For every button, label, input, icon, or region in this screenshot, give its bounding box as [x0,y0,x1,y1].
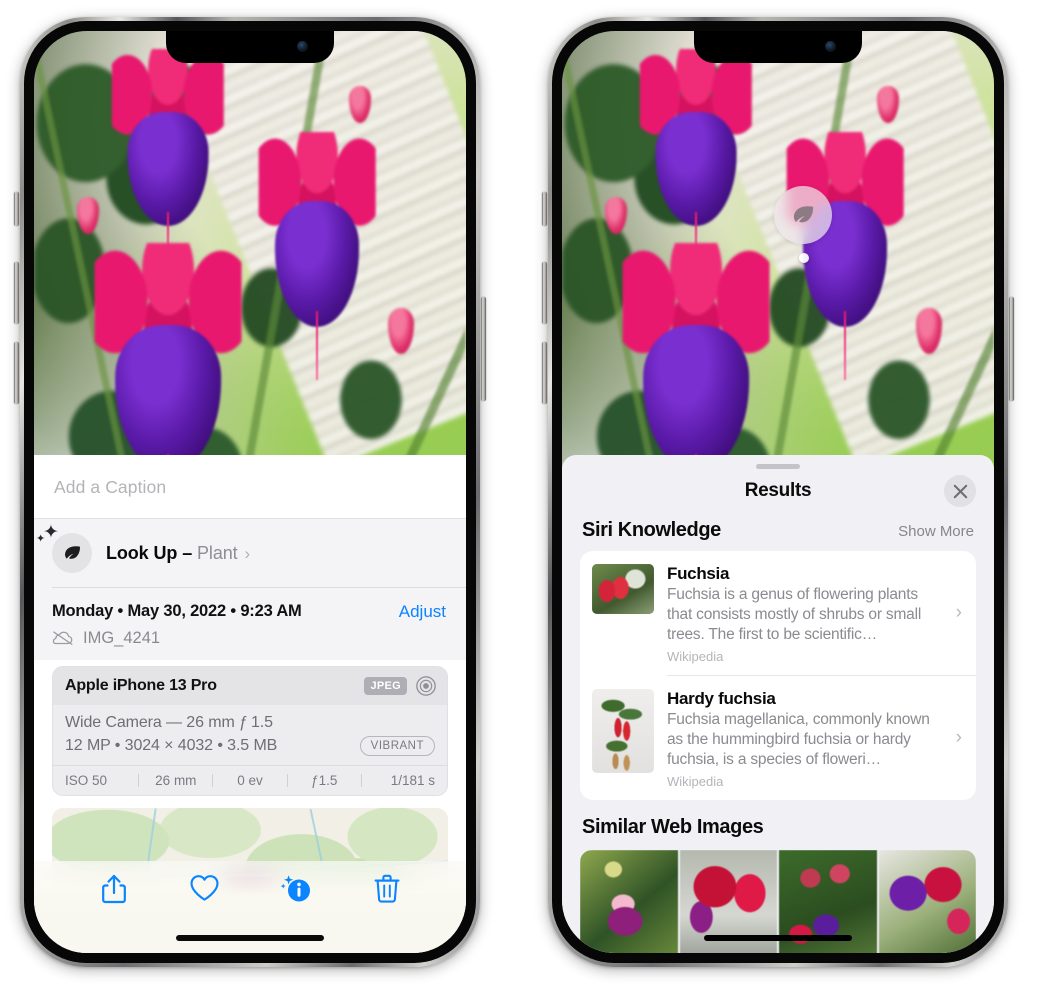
favorite-button[interactable] [159,873,250,903]
image-specs: 12 MP • 3024 × 4032 • 3.5 MB [65,736,278,754]
siri-knowledge-header: Siri Knowledge Show More [562,513,994,551]
similar-web-images-header: Similar Web Images [562,800,994,846]
left-screen: Add a Caption ✦ ✦ Look Up – Plant › Mond… [34,31,466,953]
format-badge: JPEG [364,676,407,695]
camera-info-card: Apple iPhone 13 Pro JPEG Wide Camera — 2… [52,665,448,796]
fuchsia-bloom [622,243,770,536]
exif-aperture: ƒ1.5 [311,772,338,788]
leaf-icon: ✦ ✦ [36,523,92,573]
leaf-icon [793,205,813,222]
device-bezel: Results Siri Knowledge Show More Fuchsia… [552,21,1004,963]
look-up-title: Look Up – [106,542,198,563]
volume-down-button[interactable] [542,342,547,404]
close-button[interactable] [944,475,976,507]
camera-badges: JPEG [364,675,437,697]
knowledge-source: Wikipedia [667,649,724,665]
cloud-slash-icon [52,631,73,645]
right-screen: Results Siri Knowledge Show More Fuchsia… [562,31,994,953]
exif-row: ISO 50 26 mm 0 ev ƒ1.5 1/181 s [53,764,447,795]
front-camera-icon [297,41,308,52]
knowledge-text: Hardy fuchsia Fuchsia magellanica, commo… [667,689,964,789]
visual-lookup-badge[interactable] [774,186,832,244]
look-up-label: Look Up – Plant › [106,543,250,564]
notch [694,31,862,63]
specs-row: 12 MP • 3024 × 4032 • 3.5 MB VIBRANT [65,735,435,756]
caption-input[interactable]: Add a Caption [34,455,466,518]
results-title: Results [744,480,812,501]
power-button[interactable] [1009,297,1014,401]
share-icon [101,874,126,904]
fuchsia-bloom [94,243,242,536]
results-sheet: Results Siri Knowledge Show More Fuchsia… [562,455,994,953]
fuchsia-bloom [639,49,753,275]
share-button[interactable] [68,873,159,905]
lookup-anchor-dot [799,253,809,263]
web-image-1[interactable] [580,850,678,953]
filename-row: IMG_4241 [52,629,446,648]
notch [166,31,334,63]
home-indicator[interactable] [176,935,324,941]
show-more-button[interactable]: Show More [898,523,974,540]
fuchsia-flower-thumb [592,564,654,614]
info-sparkle-icon [280,875,310,902]
mute-switch[interactable] [542,192,547,226]
iphone-left-device: Add a Caption ✦ ✦ Look Up – Plant › Mond… [14,17,486,967]
chevron-right-icon: › [244,543,251,563]
home-indicator[interactable] [704,935,852,941]
hardy-fuchsia-specimen-thumb [592,688,654,773]
front-camera-icon [825,41,836,52]
delete-button[interactable] [341,873,432,904]
exif-focal: 26 mm [155,772,197,788]
photo-filename: IMG_4241 [83,628,161,647]
look-up-row[interactable]: ✦ ✦ Look Up – Plant › [34,519,466,587]
siri-knowledge-title: Siri Knowledge [582,519,721,541]
info-button[interactable] [250,873,341,905]
lookup-section: ✦ ✦ Look Up – Plant › Monday • May 30, 2… [34,518,466,660]
look-up-subject: Plant [197,542,238,563]
list-item[interactable]: Hardy fuchsia Fuchsia magellanica, commo… [580,676,976,800]
chevron-right-icon: › [955,602,962,624]
exif-iso: ISO 50 [65,772,108,788]
camera-header: Apple iPhone 13 Pro JPEG [53,666,447,705]
knowledge-source: Wikipedia [667,774,724,790]
photographic-style-badge: VIBRANT [359,735,435,756]
exif-exposure-bias: 0 ev [237,772,263,788]
list-item[interactable]: Fuchsia Fuchsia is a genus of flowering … [580,551,976,675]
volume-down-button[interactable] [14,342,19,404]
knowledge-description: Fuchsia magellanica, commonly known as t… [667,710,930,768]
screenshot-stage: Add a Caption ✦ ✦ Look Up – Plant › Mond… [0,0,1055,985]
volume-up-button[interactable] [14,262,19,324]
power-button[interactable] [481,297,486,401]
similar-web-images-title: Similar Web Images [582,816,764,839]
results-header: Results [562,469,994,513]
metadata-section: Monday • May 30, 2022 • 9:23 AM Adjust I… [34,587,466,660]
knowledge-description: Fuchsia is a genus of flowering plants t… [667,586,922,643]
photo-date: Monday • May 30, 2022 • 9:23 AM [52,601,302,620]
sparkles-icon: ✦ [43,522,59,543]
sparkles-icon-small: ✦ [36,533,46,545]
chevron-right-icon: › [955,727,962,749]
mute-switch[interactable] [14,192,19,226]
knowledge-text: Fuchsia Fuchsia is a genus of flowering … [667,564,964,664]
knowledge-title: Hardy fuchsia [667,688,776,708]
exif-shutter: 1/181 s [390,772,436,788]
fuchsia-bloom [111,49,225,275]
camera-body: Wide Camera — 26 mm ƒ 1.5 12 MP • 3024 ×… [53,705,447,765]
iphone-right-device: Results Siri Knowledge Show More Fuchsia… [542,17,1014,967]
aperture-icon [416,675,436,696]
date-row: Monday • May 30, 2022 • 9:23 AM Adjust [52,602,446,622]
knowledge-card-list: Fuchsia Fuchsia is a genus of flowering … [580,551,976,801]
close-icon [953,484,967,498]
device-bezel: Add a Caption ✦ ✦ Look Up – Plant › Mond… [24,21,476,963]
heart-icon [190,875,219,901]
fuchsia-bloom [258,132,376,380]
adjust-button[interactable]: Adjust [399,602,446,622]
volume-up-button[interactable] [542,262,547,324]
lens-info: Wide Camera — 26 mm ƒ 1.5 [65,713,273,731]
knowledge-title: Fuchsia [667,564,730,583]
web-image-4[interactable] [878,850,976,953]
camera-model: Apple iPhone 13 Pro [65,676,217,694]
trash-icon [374,874,399,903]
